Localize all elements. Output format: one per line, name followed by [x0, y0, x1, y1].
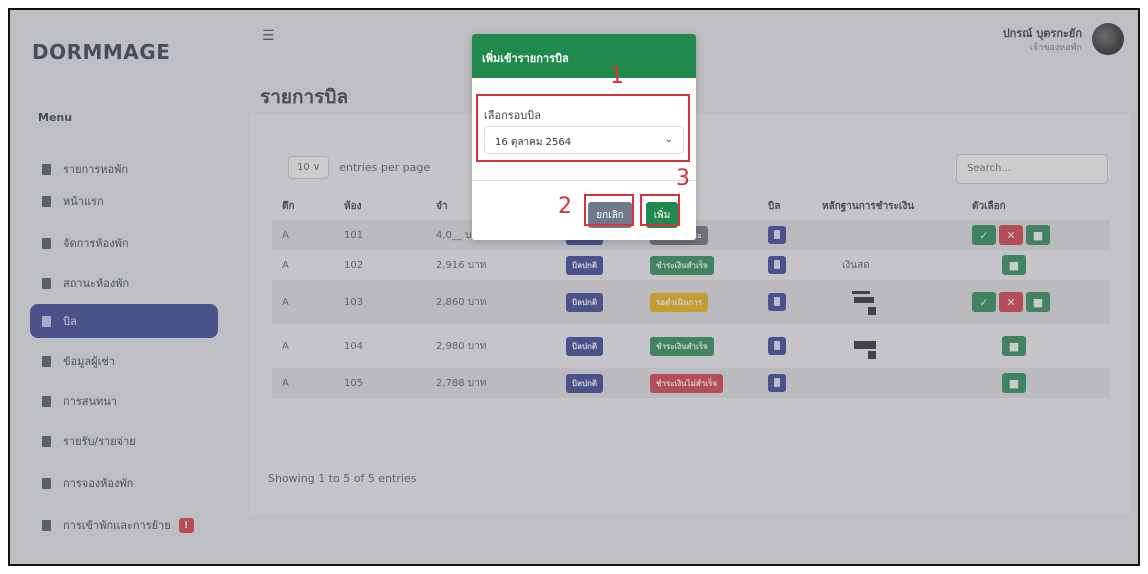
annotation-number-1: 1 [610, 64, 624, 89]
modal-footer-divider [472, 180, 696, 181]
modal-title: เพิ่มเข้ารายการบิล [472, 34, 696, 78]
app-window: DORMMAGE Menu รายการหอพัก หน้าแรก จัดการ… [8, 8, 1140, 566]
highlight-box-2 [584, 194, 634, 226]
annotation-number-3: 3 [676, 166, 690, 191]
highlight-box-3 [640, 194, 680, 226]
highlight-box-1 [476, 94, 690, 162]
annotation-number-2: 2 [558, 194, 572, 219]
